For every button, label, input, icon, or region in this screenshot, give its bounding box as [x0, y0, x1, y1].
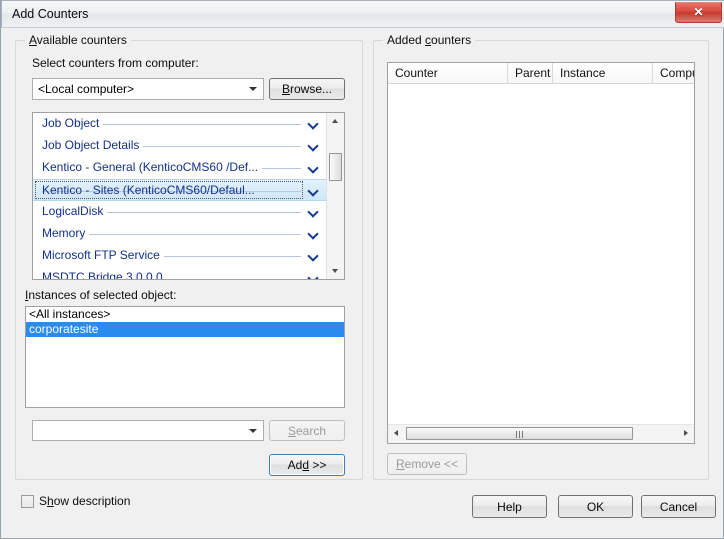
cancel-button[interactable]: Cancel [641, 495, 716, 518]
counter-list-item-label: Microsoft FTP Service [42, 248, 164, 262]
ok-button[interactable]: OK [558, 495, 633, 518]
scroll-right-icon[interactable] [677, 425, 694, 442]
browse-button-label: Browse... [281, 82, 333, 96]
scroll-left-icon[interactable] [388, 425, 405, 442]
added-counters-header: Counter Parent Instance Compu [388, 63, 694, 84]
available-counters-items: Job Object Job Object Details Kentico - Ge… [33, 113, 327, 279]
column-header[interactable]: Compu [653, 63, 694, 83]
counter-list-item[interactable]: MSDTC Bridge 3.0.0.0 [33, 267, 327, 279]
add-button-label: Add >> [287, 458, 327, 472]
instance-list-item[interactable]: corporatesite [26, 322, 344, 337]
counter-list-item-label: Job Object [42, 116, 104, 130]
counter-list-item-label: LogicalDisk [42, 204, 108, 218]
computer-combo[interactable]: <Local computer> [32, 78, 264, 100]
search-button-label: Search [287, 423, 327, 438]
window-title: Add Counters [12, 7, 89, 21]
add-button[interactable]: Add >> [269, 454, 345, 476]
counters-scroll-thumb[interactable] [329, 153, 342, 181]
available-counters-list[interactable]: Job Object Job Object Details Kentico - Ge… [32, 112, 345, 280]
counter-list-item[interactable]: LogicalDisk [33, 201, 327, 223]
title-bar: Add Counters [1, 0, 724, 28]
cancel-button-label: Cancel [659, 499, 698, 514]
added-counters-horizontal-scrollbar[interactable] [388, 424, 694, 443]
search-button[interactable]: Search [269, 420, 345, 441]
chevron-down-icon[interactable] [308, 272, 320, 279]
counter-list-item[interactable]: Job Object Details [33, 135, 327, 157]
remove-button[interactable]: Remove << [387, 453, 467, 475]
remove-button-label: Remove << [395, 457, 459, 471]
close-icon[interactable] [675, 2, 722, 23]
chevron-down-icon[interactable] [308, 250, 320, 262]
chevron-down-icon[interactable] [308, 228, 320, 240]
instances-list[interactable]: <All instances> corporatesite [25, 306, 345, 408]
instance-list-item[interactable]: <All instances> [26, 307, 344, 322]
counter-list-item[interactable]: Microsoft FTP Service [33, 245, 327, 267]
counter-list-item[interactable]: Memory [33, 223, 327, 245]
chevron-down-icon[interactable] [308, 206, 320, 218]
counter-list-item-label: Job Object Details [42, 138, 144, 152]
scroll-up-icon[interactable] [327, 113, 344, 130]
column-header[interactable]: Instance [553, 63, 653, 83]
scroll-thumb-grip-icon [515, 431, 525, 438]
chevron-down-icon[interactable] [308, 140, 320, 152]
show-description-label: Show description [39, 494, 131, 508]
search-combo[interactable] [32, 420, 264, 441]
available-counters-legend: Available counters [25, 33, 131, 47]
counters-vertical-scrollbar[interactable] [326, 113, 344, 279]
chevron-down-icon[interactable] [308, 162, 320, 174]
added-counters-body[interactable] [388, 84, 694, 425]
counter-list-item-label: Kentico - Sites (KenticoCMS60/Defaul... [42, 183, 255, 197]
counter-list-item-label: Kentico - General (KenticoCMS60 /Def... [42, 160, 263, 174]
scroll-down-icon[interactable] [327, 262, 344, 279]
chevron-down-icon [249, 87, 257, 91]
added-counters-grid[interactable]: Counter Parent Instance Compu [387, 62, 695, 444]
checkbox-box [21, 495, 34, 508]
counter-list-item[interactable]: Kentico - General (KenticoCMS60 /Def... [33, 157, 327, 179]
chevron-down-icon[interactable] [308, 185, 320, 197]
counter-list-item[interactable]: Kentico - Sites (KenticoCMS60/Defaul... [33, 179, 327, 201]
column-header[interactable]: Counter [388, 63, 508, 83]
computer-combo-value: <Local computer> [38, 82, 135, 96]
column-header[interactable]: Parent [508, 63, 553, 83]
added-counters-scroll-thumb[interactable] [406, 427, 633, 440]
chevron-down-icon[interactable] [308, 118, 320, 130]
counter-list-item[interactable]: Job Object [33, 113, 327, 135]
help-button-label: Help [497, 499, 522, 514]
chevron-down-icon [249, 428, 257, 433]
added-counters-legend: Added counters [383, 33, 476, 47]
counter-list-item-label: Memory [42, 226, 90, 240]
select-computer-label: Select counters from computer: [32, 56, 199, 70]
ok-button-label: OK [586, 499, 605, 514]
browse-button[interactable]: Browse... [269, 78, 345, 100]
instances-label: Instances of selected object: [25, 288, 177, 302]
counter-list-item-label: MSDTC Bridge 3.0.0.0 [42, 270, 167, 279]
help-button[interactable]: Help [472, 495, 547, 518]
add-counters-dialog: Add Counters Available counters Select c… [0, 0, 724, 539]
